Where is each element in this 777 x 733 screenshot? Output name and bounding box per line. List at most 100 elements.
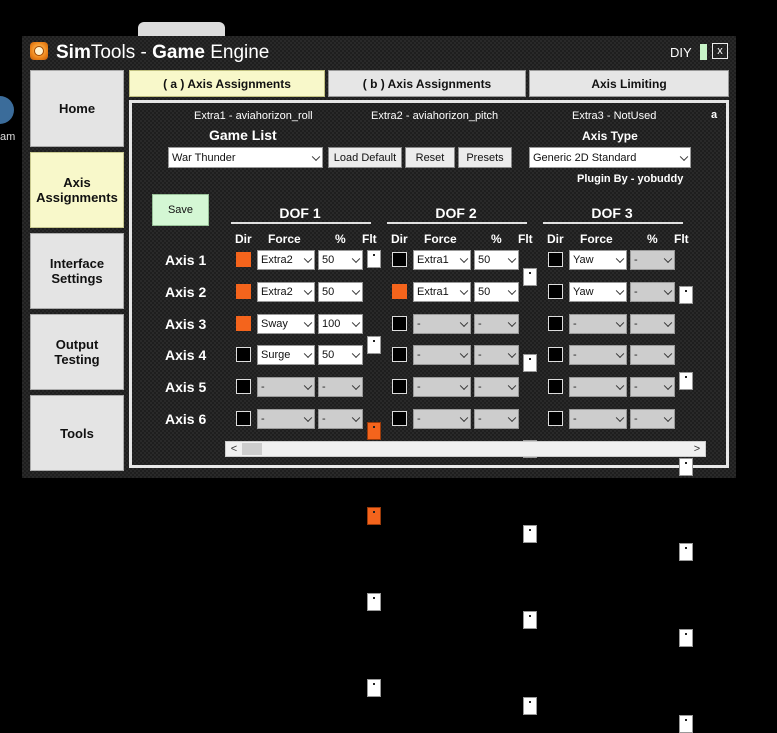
dof-divider [231, 222, 371, 224]
direction-checkbox[interactable] [392, 379, 407, 394]
force-select[interactable]: Yaw [569, 250, 627, 270]
chevron-down-icon [459, 318, 469, 328]
filter-button[interactable] [523, 354, 537, 372]
percent-select[interactable]: 100 [318, 314, 363, 334]
chevron-down-icon [615, 349, 625, 359]
force-select[interactable]: Extra1 [413, 250, 471, 270]
filter-button[interactable] [367, 422, 381, 440]
percent-select[interactable]: - [474, 345, 519, 365]
chevron-down-icon [459, 413, 469, 423]
percent-select[interactable]: 50 [318, 282, 363, 302]
direction-checkbox[interactable] [236, 316, 251, 331]
force-select[interactable]: - [413, 409, 471, 429]
percent-select[interactable]: - [630, 409, 675, 429]
percent-select[interactable]: - [630, 250, 675, 270]
direction-checkbox[interactable] [548, 347, 563, 362]
direction-checkbox[interactable] [392, 252, 407, 267]
filter-button[interactable] [367, 593, 381, 611]
percent-select[interactable]: - [474, 409, 519, 429]
direction-checkbox[interactable] [548, 411, 563, 426]
chevron-down-icon [303, 413, 313, 423]
direction-checkbox[interactable] [236, 347, 251, 362]
steam-icon[interactable] [0, 96, 14, 124]
filter-button[interactable] [679, 286, 693, 304]
chevron-down-icon [615, 318, 625, 328]
force-select[interactable]: - [413, 377, 471, 397]
percent-select[interactable]: - [630, 314, 675, 334]
filter-button[interactable] [367, 336, 381, 354]
force-value: Extra2 [261, 286, 293, 298]
chevron-down-icon [303, 349, 313, 359]
filter-button[interactable] [367, 507, 381, 525]
direction-checkbox[interactable] [548, 252, 563, 267]
direction-checkbox[interactable] [548, 379, 563, 394]
percent-value: - [634, 318, 638, 330]
force-select[interactable]: - [257, 409, 315, 429]
column-header-flt: Flt [362, 232, 377, 246]
chevron-down-icon [663, 318, 673, 328]
filter-button[interactable] [367, 250, 381, 268]
axis-grid: DOF 1 Dir Force% Flt DOF 2 Dir Force% Flt DOF 3 D… [22, 36, 736, 733]
chevron-down-icon [351, 254, 361, 264]
force-select[interactable]: - [569, 314, 627, 334]
direction-checkbox[interactable] [392, 347, 407, 362]
filter-button[interactable] [679, 543, 693, 561]
axis-label: Axis 1 [165, 252, 207, 268]
percent-select[interactable]: - [630, 282, 675, 302]
filter-button[interactable] [679, 629, 693, 647]
filter-button[interactable] [523, 268, 537, 286]
direction-checkbox[interactable] [548, 284, 563, 299]
direction-checkbox[interactable] [236, 379, 251, 394]
force-select[interactable]: Surge [257, 345, 315, 365]
percent-value: - [478, 413, 482, 425]
filter-button[interactable] [679, 372, 693, 390]
filter-button[interactable] [679, 458, 693, 476]
direction-checkbox[interactable] [236, 284, 251, 299]
direction-checkbox[interactable] [236, 411, 251, 426]
horizontal-scrollbar[interactable]: < > [225, 441, 706, 457]
percent-select[interactable]: 50 [318, 250, 363, 270]
force-select[interactable]: - [569, 409, 627, 429]
force-select[interactable]: Extra2 [257, 250, 315, 270]
percent-select[interactable]: - [318, 377, 363, 397]
chevron-down-icon [459, 254, 469, 264]
force-select[interactable]: Yaw [569, 282, 627, 302]
filter-button[interactable] [523, 697, 537, 715]
percent-select[interactable]: 50 [474, 250, 519, 270]
filter-button[interactable] [679, 715, 693, 733]
force-value: - [573, 318, 577, 330]
percent-select[interactable]: - [474, 314, 519, 334]
filter-button[interactable] [367, 679, 381, 697]
chevron-down-icon [507, 254, 517, 264]
chevron-down-icon [663, 381, 673, 391]
percent-select[interactable]: - [474, 377, 519, 397]
direction-checkbox[interactable] [392, 411, 407, 426]
direction-checkbox[interactable] [392, 284, 407, 299]
column-header-force: Force [424, 232, 457, 246]
percent-select[interactable]: - [630, 377, 675, 397]
percent-select[interactable]: 50 [474, 282, 519, 302]
force-select[interactable]: - [413, 345, 471, 365]
force-select[interactable]: - [257, 377, 315, 397]
force-select[interactable]: - [413, 314, 471, 334]
force-select[interactable]: - [569, 377, 627, 397]
scroll-left-arrow-icon[interactable]: < [227, 442, 241, 456]
force-value: Extra1 [417, 254, 449, 266]
force-select[interactable]: Extra2 [257, 282, 315, 302]
percent-select[interactable]: 50 [318, 345, 363, 365]
percent-select[interactable]: - [630, 345, 675, 365]
force-select[interactable]: Sway [257, 314, 315, 334]
force-select[interactable]: Extra1 [413, 282, 471, 302]
force-select[interactable]: - [569, 345, 627, 365]
scroll-right-arrow-icon[interactable]: > [690, 442, 704, 456]
scrollbar-thumb[interactable] [242, 443, 262, 455]
chevron-down-icon [615, 413, 625, 423]
percent-select[interactable]: - [318, 409, 363, 429]
filter-button[interactable] [523, 611, 537, 629]
direction-checkbox[interactable] [392, 316, 407, 331]
filter-button[interactable] [523, 525, 537, 543]
percent-value: - [478, 381, 482, 393]
force-value: - [573, 349, 577, 361]
direction-checkbox[interactable] [236, 252, 251, 267]
direction-checkbox[interactable] [548, 316, 563, 331]
